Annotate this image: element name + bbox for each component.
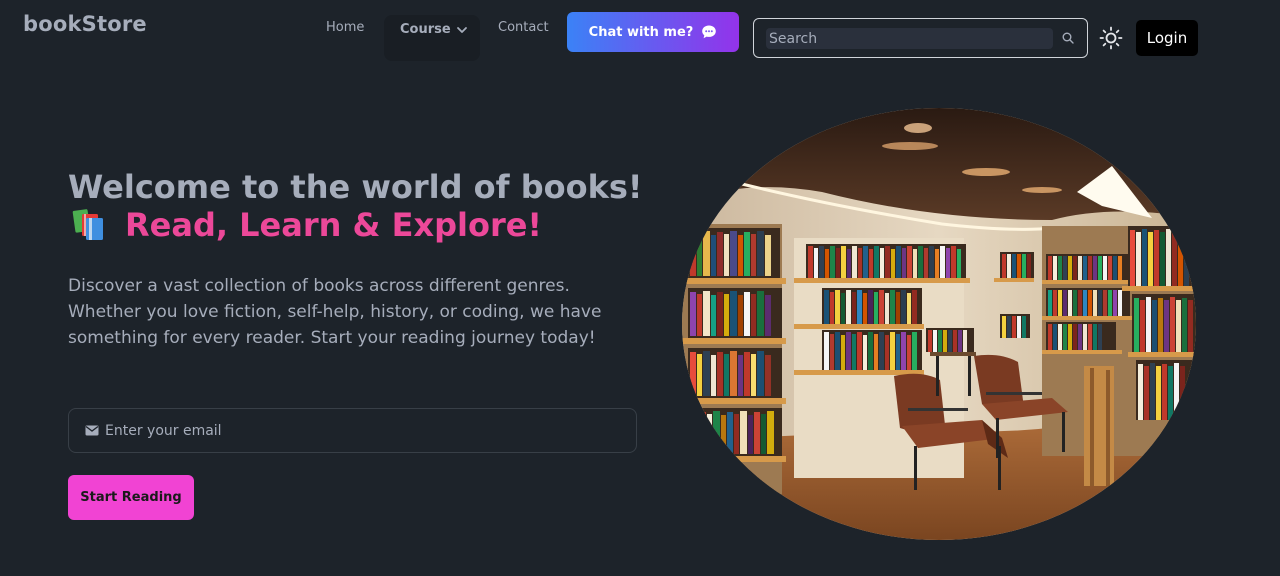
chevron-down-icon <box>457 27 467 33</box>
hero-title: Welcome to the world of books! <box>68 168 643 206</box>
nav-contact-link[interactable]: Contact <box>498 20 549 35</box>
nav-course-label: Course <box>400 22 451 37</box>
search-input[interactable] <box>766 28 1053 49</box>
chat-bubble-icon <box>702 25 717 39</box>
library-image <box>682 108 1196 540</box>
email-field[interactable] <box>105 418 625 444</box>
hero-description: Discover a vast collection of books acro… <box>68 276 602 348</box>
chat-button[interactable]: Chat with me? <box>567 12 739 52</box>
mail-icon <box>85 425 99 436</box>
page: bookStore Home Course Contact Chat with … <box>0 0 1280 576</box>
nav-home-link[interactable]: Home <box>326 20 364 35</box>
chat-button-label: Chat with me? <box>588 24 694 40</box>
search-icon[interactable] <box>1062 32 1074 44</box>
hero-subtitle-text: Read, Learn & Explore! <box>125 206 543 244</box>
login-button[interactable]: Login <box>1136 20 1198 56</box>
start-reading-button[interactable]: Start Reading <box>68 475 194 520</box>
nav-course-dropdown[interactable]: Course <box>384 15 480 61</box>
brand-logo[interactable]: bookStore <box>23 12 147 36</box>
email-field-wrapper <box>68 408 637 453</box>
hero-subtitle: Read, Learn & Explore! <box>72 206 542 244</box>
sun-icon[interactable] <box>1099 26 1123 50</box>
books-icon <box>72 209 103 240</box>
search-box <box>753 18 1088 58</box>
